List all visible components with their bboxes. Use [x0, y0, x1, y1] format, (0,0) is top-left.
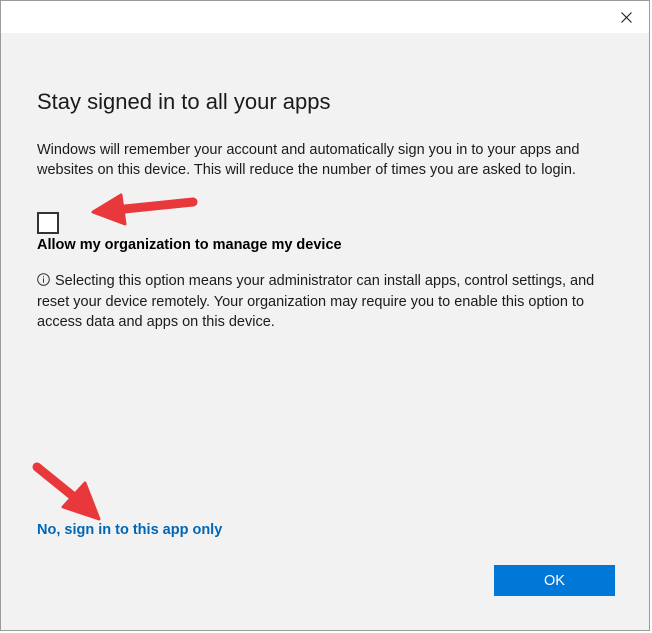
info-text-block: Selecting this option means your adminis… [37, 271, 615, 333]
sign-in-app-only-link[interactable]: No, sign in to this app only [37, 522, 222, 538]
manage-device-label[interactable]: Allow my organization to manage my devic… [37, 237, 342, 253]
ok-button[interactable]: OK [494, 565, 615, 596]
title-bar [1, 1, 649, 33]
dialog-title: Stay signed in to all your apps [37, 89, 331, 114]
info-circle-icon [37, 273, 50, 286]
dialog-description: Windows will remember your account and a… [37, 142, 580, 178]
close-button[interactable] [603, 1, 649, 33]
info-text: Selecting this option means your adminis… [37, 273, 595, 330]
annotation-arrow-checkbox [91, 193, 198, 226]
manage-device-checkbox[interactable] [37, 212, 59, 234]
close-icon [620, 11, 632, 23]
annotation-arrow-link [32, 462, 101, 521]
dialog-window: Stay signed in to all your apps Windows … [0, 0, 650, 631]
